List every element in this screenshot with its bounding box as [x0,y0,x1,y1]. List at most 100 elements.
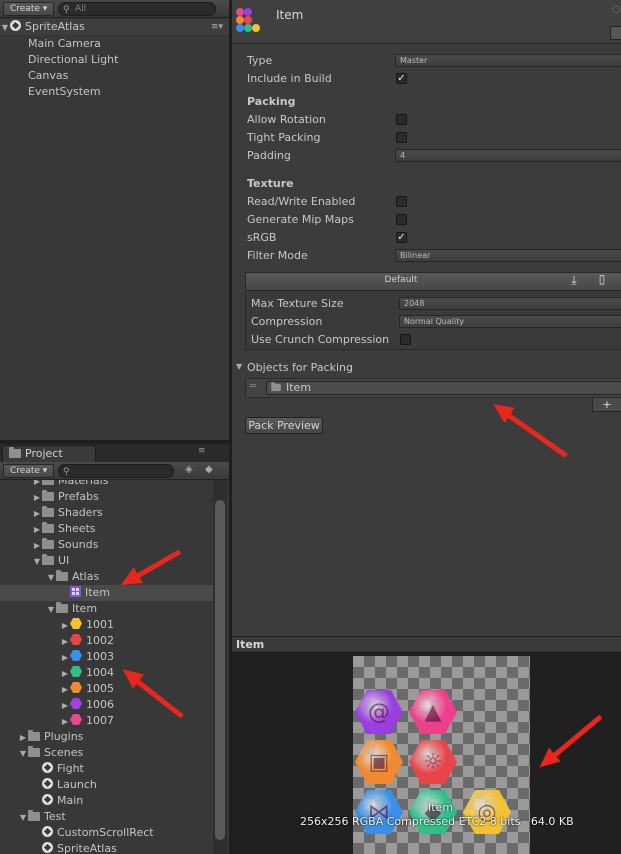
type-dropdown[interactable]: Master [395,54,621,67]
expand-arrow-icon[interactable]: ▼ [46,602,56,618]
project-tree-item[interactable]: ▶ Shaders [0,505,213,521]
hierarchy-search-input[interactable]: ⚲ All [58,2,216,16]
scene-menu-icon[interactable]: ≡▾ [211,19,223,35]
max-texture-size-dropdown[interactable]: 2048 [399,297,621,310]
tight-packing-checkbox[interactable] [396,132,407,143]
collapse-arrow-icon[interactable]: ▶ [60,666,70,682]
project-tree-item[interactable]: ▶ Prefabs [0,489,213,505]
padding-dropdown[interactable]: 4 [395,149,621,162]
settings-icon[interactable]: ◌ [612,4,621,15]
unity-scene-icon [42,762,53,773]
crunch-compression-checkbox[interactable] [400,334,411,345]
search-placeholder: All [75,4,87,14]
project-tree-item[interactable]: Launch [0,777,213,793]
collapse-arrow-icon[interactable]: ▶ [32,506,42,522]
project-tree-item[interactable]: ▶ 1004 [0,665,213,681]
project-tree-item[interactable]: ▶ 1003 [0,649,213,665]
project-tree-item[interactable]: CustomScrollRect [0,825,213,841]
gem-icon [70,650,82,661]
project-tab[interactable]: Project [2,445,96,462]
gem-icon [70,634,82,645]
tree-item-label: 1005 [86,682,114,695]
collapse-arrow-icon[interactable]: ▶ [60,698,70,714]
project-tree-item[interactable]: Item [0,585,213,601]
project-tree-item[interactable]: Main [0,793,213,809]
compression-label: Compression [251,315,323,328]
project-tree-item[interactable]: ▼ Item [0,601,213,617]
download-icon[interactable]: ⤓ [564,273,584,288]
gem-grid: @ ▲ ▣ ☼ ⋈ ◆ ◎ [353,686,530,854]
project-tree-item[interactable]: SpriteAtlas [0,841,213,854]
objects-foldout-icon[interactable]: ▼ [236,362,242,371]
project-tree-item[interactable]: ▶ 1006 [0,697,213,713]
project-tree-item[interactable]: ▶ Sounds [0,537,213,553]
collapse-arrow-icon[interactable]: ▶ [60,634,70,650]
collapse-arrow-icon[interactable]: ▶ [32,490,42,506]
project-tree-item[interactable]: ▶ 1001 [0,617,213,633]
tree-item-label: UI [58,554,70,567]
tree-item-label: Scenes [44,746,84,759]
project-tree-item[interactable]: ▶ 1005 [0,681,213,697]
padding-label: Padding [247,149,291,162]
project-tree-item[interactable]: ▼ UI [0,553,213,569]
collapse-arrow-icon[interactable]: ▶ [60,714,70,730]
collapse-arrow-icon[interactable]: ▶ [32,522,42,538]
project-tree-item[interactable]: ▶ Plugins [0,729,213,745]
scene-row[interactable]: ▼ SpriteAtlas ≡▾ [0,19,229,35]
unity-scene-icon [42,778,53,789]
project-search-input[interactable]: ⚲ [58,464,174,478]
collapse-arrow-icon[interactable]: ▶ [32,538,42,554]
expand-arrow-icon[interactable]: ▼ [18,746,28,762]
tight-packing-label: Tight Packing [247,131,321,144]
collapse-arrow-icon[interactable]: ▶ [18,730,28,746]
folder-icon [42,538,54,549]
collapse-arrow-icon[interactable]: ▶ [60,682,70,698]
project-create-button[interactable]: Create ▾ [3,464,55,478]
filter-by-type-icon[interactable]: ◈ [185,464,193,475]
expand-arrow-icon[interactable]: ▼ [0,20,10,36]
preview-header: Item [232,637,621,653]
gem-sprite: @ [353,686,405,738]
platform-tab-bar: Default ⤓ ▯ [246,272,621,291]
gem-icon [70,698,82,709]
collapse-arrow-icon[interactable]: ▶ [60,650,70,666]
panel-menu-icon[interactable]: ≡ [198,446,206,456]
collapse-arrow-icon[interactable]: ▶ [60,618,70,634]
drag-handle-icon[interactable]: ═ [250,381,256,392]
project-tree-item[interactable]: ▼ Atlas [0,569,213,585]
mobile-device-icon[interactable]: ▯ [592,272,612,286]
hierarchy-item-canvas[interactable]: Canvas [28,68,68,84]
platform-tab-default[interactable]: Default [246,275,556,285]
pack-preview-button[interactable]: Pack Preview [245,417,323,434]
project-tree-item[interactable]: ▼ Scenes [0,745,213,761]
project-scrollbar[interactable] [213,480,227,854]
srgb-checkbox[interactable]: ✓ [396,232,407,243]
expand-arrow-icon[interactable]: ▼ [18,810,28,826]
mip-maps-checkbox[interactable] [396,214,407,225]
project-tree-item[interactable]: ▼ Test [0,809,213,825]
gem-sprite: ◎ [461,786,513,838]
compression-dropdown[interactable]: Normal Quality [399,315,621,328]
gem-icon [70,618,82,629]
read-write-checkbox[interactable] [396,196,407,207]
hierarchy-item-directional-light[interactable]: Directional Light [28,52,118,68]
expand-arrow-icon[interactable]: ▼ [32,554,42,570]
sprite-atlas-icon [70,586,81,597]
open-button[interactable] [610,26,621,40]
add-object-button[interactable]: + [592,398,621,412]
project-tree-item[interactable]: Fight [0,761,213,777]
hierarchy-create-button[interactable]: Create ▾ [3,2,55,16]
object-field[interactable]: Item [266,381,621,395]
filter-mode-dropdown[interactable]: Bilinear [395,249,621,262]
hierarchy-item-main-camera[interactable]: Main Camera [28,36,101,52]
project-tree-item[interactable]: ▶ Materials [0,480,213,489]
project-tree-item[interactable]: ▶ Sheets [0,521,213,537]
project-tree-item[interactable]: ▶ 1002 [0,633,213,649]
allow-rotation-checkbox[interactable] [396,114,407,125]
hierarchy-item-eventsystem[interactable]: EventSystem [28,84,101,100]
filter-by-label-icon[interactable]: ◆ [205,464,213,475]
include-in-build-checkbox[interactable]: ✓ [396,73,407,84]
expand-arrow-icon[interactable]: ▼ [46,570,56,586]
scrollbar-thumb[interactable] [215,500,225,840]
tree-item-label: Sheets [58,522,96,535]
